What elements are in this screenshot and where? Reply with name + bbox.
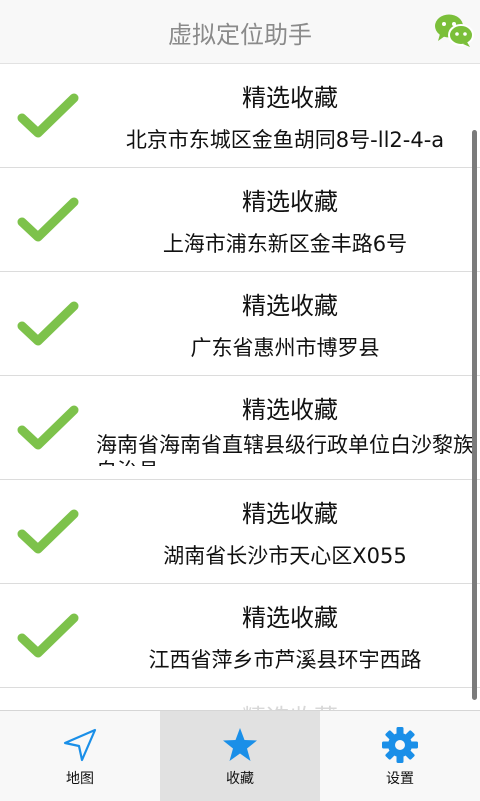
list-item[interactable]: 精选收藏 湖南省长沙市天心区X055 bbox=[0, 480, 480, 584]
tab-favorites[interactable]: 收藏 bbox=[160, 711, 320, 801]
tab-map[interactable]: 地图 bbox=[0, 711, 160, 801]
checkmark-icon bbox=[17, 301, 79, 346]
tab-favorites-label: 收藏 bbox=[226, 771, 254, 787]
item-title: 精选收藏 bbox=[242, 188, 338, 216]
checkmark-icon bbox=[17, 93, 79, 138]
list-item[interactable]: 精选收藏 江西省萍乡市芦溪县环宇西路 bbox=[0, 584, 480, 688]
item-address: 江西省萍乡市芦溪县环宇西路 bbox=[148, 648, 422, 672]
tab-settings[interactable]: 设置 bbox=[320, 711, 480, 801]
wechat-icon bbox=[435, 14, 474, 47]
item-address: 湖南省长沙市天心区X055 bbox=[163, 544, 407, 568]
gear-icon bbox=[382, 727, 418, 763]
header-bar: 虚拟定位助手 bbox=[0, 0, 480, 64]
list-item[interactable]: 精选收藏 上海市浦东新区金丰路6号 bbox=[0, 168, 480, 272]
star-icon bbox=[223, 728, 257, 761]
list-item[interactable]: 精选收藏 北京市东城区金鱼胡同8号-ll2-4-a bbox=[0, 64, 480, 168]
item-title: 精选收藏 bbox=[242, 396, 338, 424]
item-address: 北京市东城区金鱼胡同8号-ll2-4-a bbox=[125, 128, 445, 152]
favorites-list[interactable]: 精选收藏 北京市东城区金鱼胡同8号-ll2-4-a 精选收藏 上海市浦东新区金丰… bbox=[0, 64, 480, 710]
item-address: 海南省海南省直辖县级行政单位白沙黎族自治县 bbox=[96, 433, 474, 466]
checkmark-icon bbox=[17, 197, 79, 242]
item-address: 广东省惠州市博罗县 bbox=[190, 336, 380, 360]
bottom-tab-bar: 地图 收藏 设置 bbox=[0, 710, 480, 801]
tab-settings-label: 设置 bbox=[386, 771, 414, 787]
list-item[interactable]: 精选收藏 广东省惠州市博罗县 bbox=[0, 272, 480, 376]
item-address: 上海市浦东新区金丰路6号 bbox=[162, 232, 408, 256]
checkmark-icon bbox=[17, 613, 79, 658]
checkmark-icon bbox=[17, 509, 79, 554]
list-item[interactable]: 精选收藏 海南省海南省直辖县级行政单位白沙黎族自治县 bbox=[0, 376, 480, 480]
item-title: 精选收藏 bbox=[242, 604, 338, 632]
tab-map-label: 地图 bbox=[66, 771, 94, 787]
item-title: 精选收藏 bbox=[242, 292, 338, 320]
scrollbar[interactable] bbox=[472, 130, 477, 700]
item-title: 精选收藏 bbox=[242, 500, 338, 528]
navigation-arrow-icon bbox=[63, 728, 97, 762]
list-item[interactable]: 精选收藏 bbox=[0, 688, 480, 710]
item-title: 精选收藏 bbox=[242, 84, 338, 112]
page-title: 虚拟定位助手 bbox=[168, 21, 312, 49]
wechat-share-button[interactable] bbox=[434, 12, 474, 48]
checkmark-icon bbox=[17, 405, 79, 450]
item-title: 精选收藏 bbox=[100, 698, 480, 710]
